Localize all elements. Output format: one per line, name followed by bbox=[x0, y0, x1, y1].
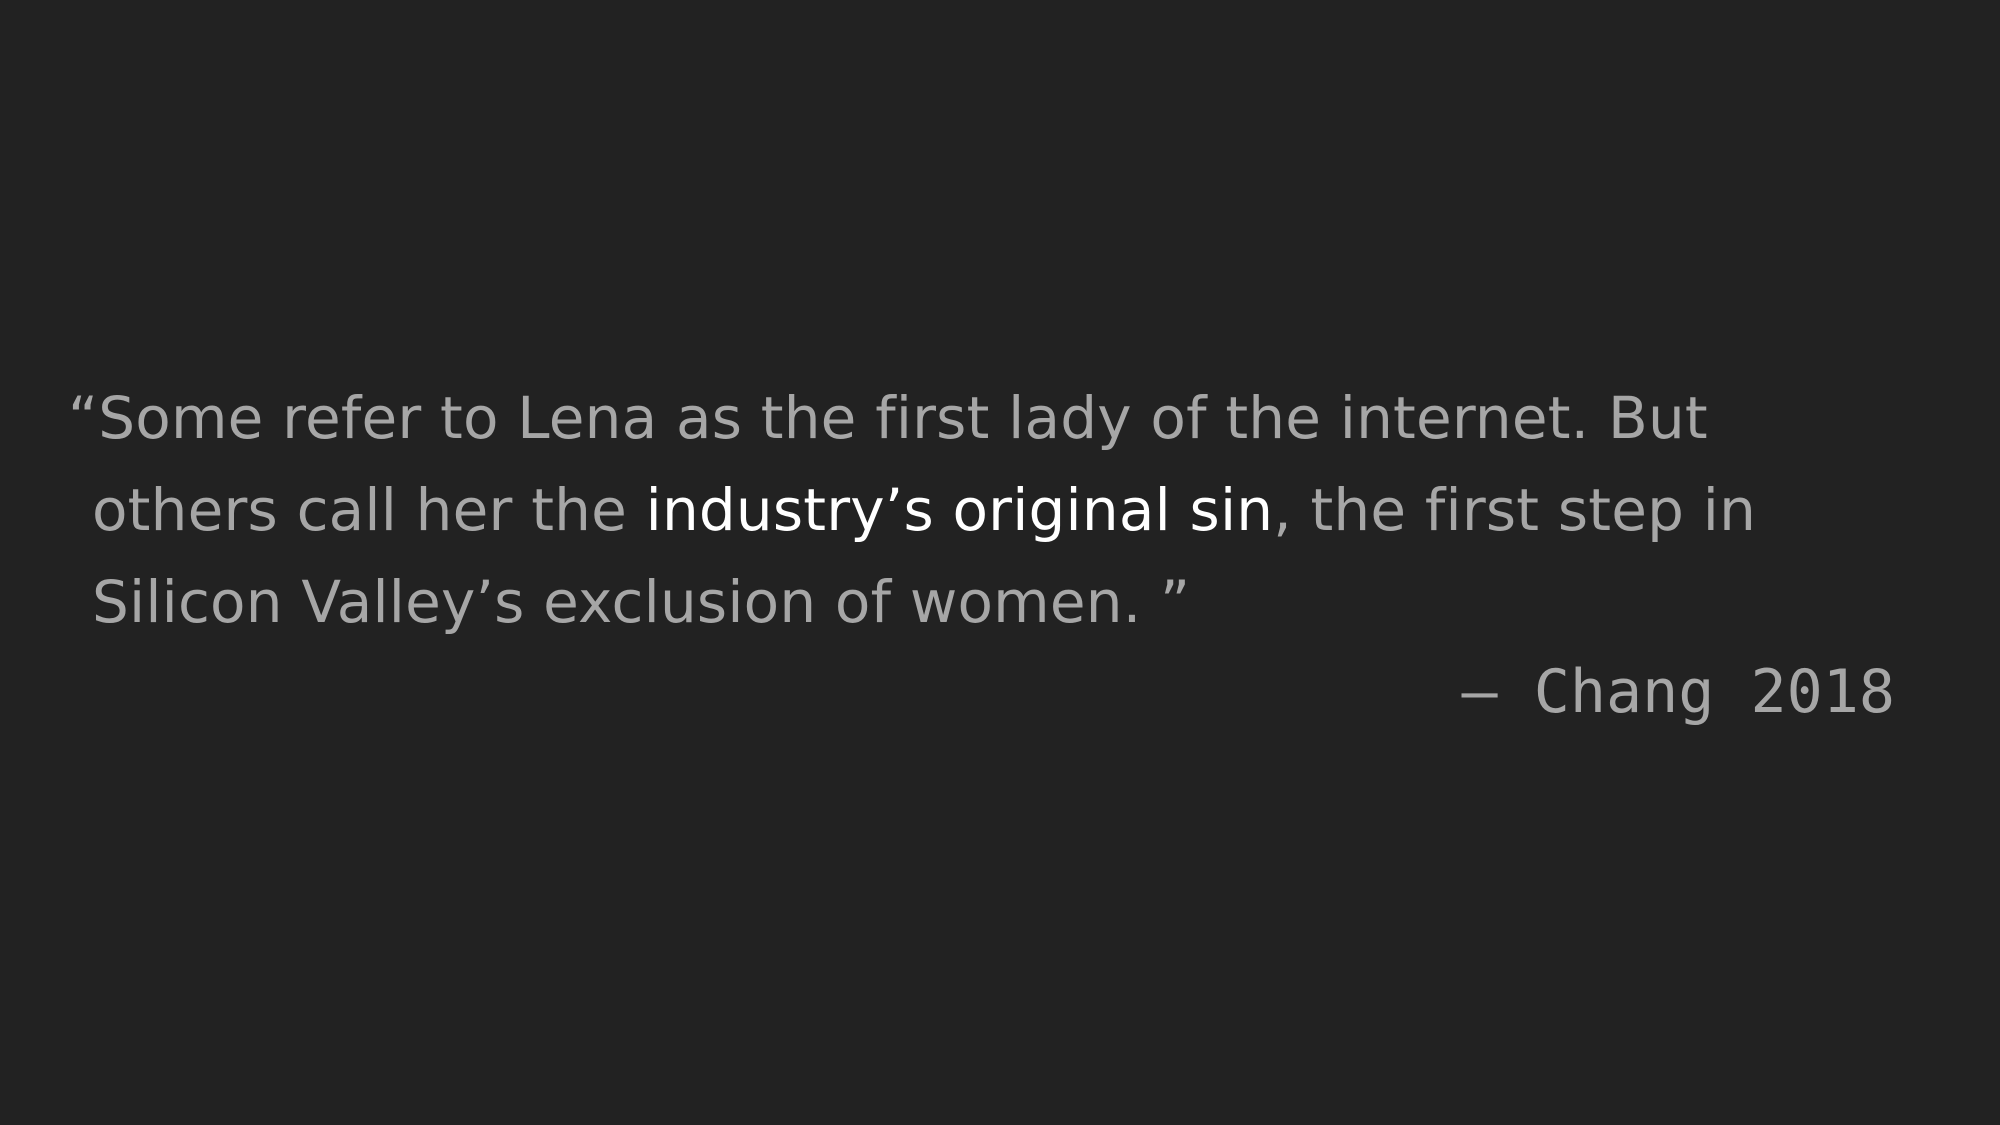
quote-line-3: Silicon Valley’s exclusion of women. ” bbox=[92, 568, 1191, 636]
slide: “Some refer to Lena as the first lady of… bbox=[0, 0, 2000, 1125]
quote-line-2-end: , the first step in bbox=[1273, 476, 1757, 544]
quote-line-2-start: others call her the bbox=[92, 476, 646, 544]
quote-line-2: others call her the industry’s original … bbox=[68, 464, 1928, 556]
quote-line-1: “Some refer to Lena as the first lady of… bbox=[68, 384, 1708, 452]
quote-highlight: industry’s original sin bbox=[645, 476, 1274, 544]
quote-attribution: — Chang 2018 bbox=[1461, 657, 1895, 727]
quote-block: “Some refer to Lena as the first lady of… bbox=[68, 372, 1928, 648]
